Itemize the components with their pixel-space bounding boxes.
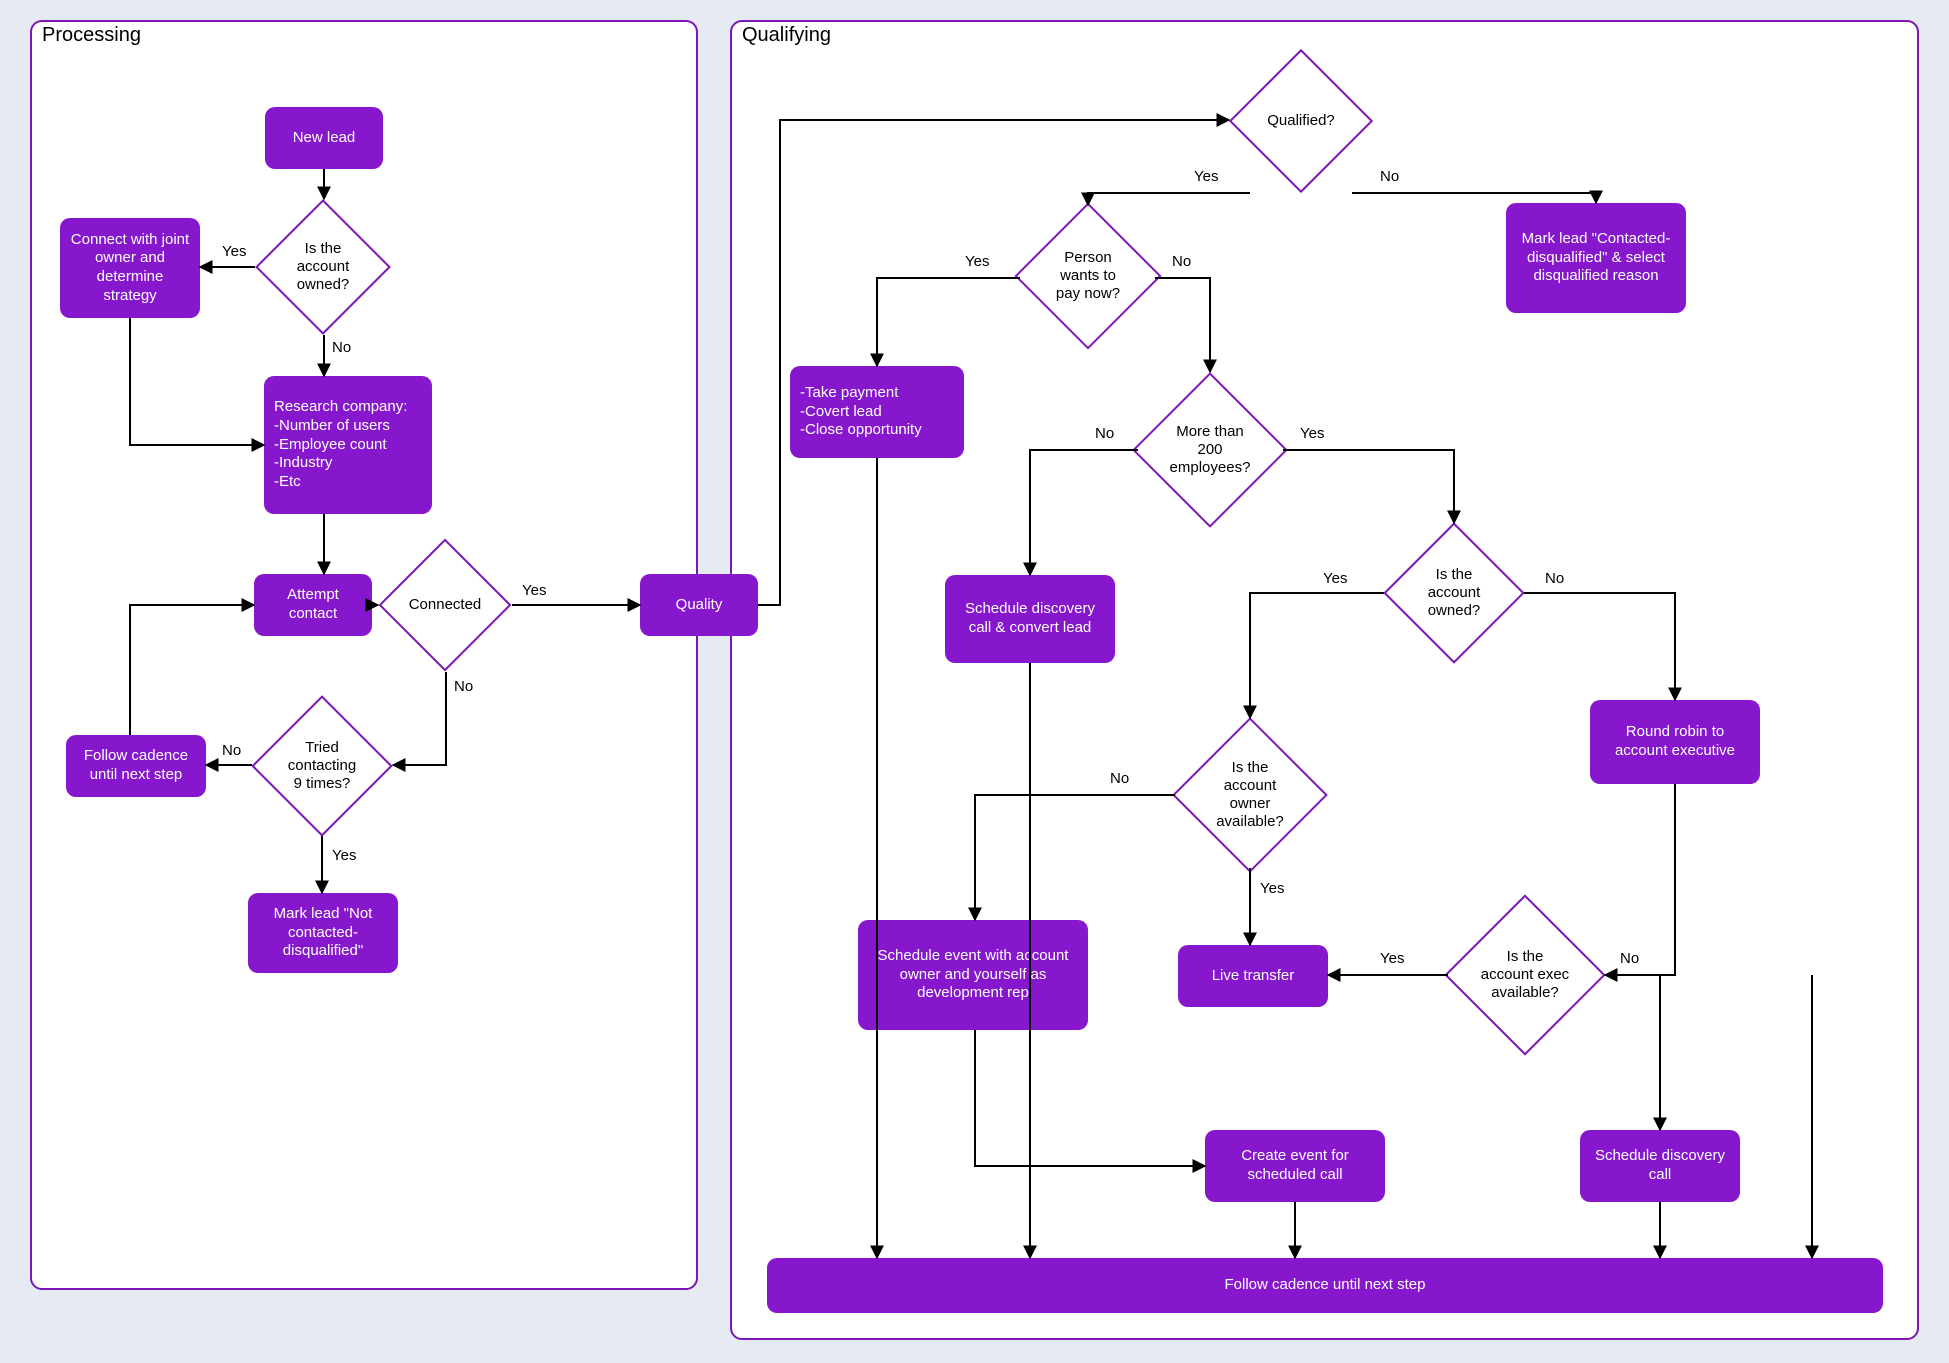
lbl-execavail-yes: Yes <box>1380 950 1404 967</box>
node-more200: More than 200 employees? <box>1155 395 1265 505</box>
node-owner-available-label: Is the account owner available? <box>1195 740 1305 850</box>
lbl-connected-no: No <box>454 678 473 695</box>
node-qualified-label: Qualified? <box>1250 70 1352 172</box>
node-live-transfer: Live transfer <box>1178 945 1328 1007</box>
lbl-owned-no: No <box>332 339 351 356</box>
node-pay-now: Person wants to pay now? <box>1036 224 1140 328</box>
node-exec-available: Is the account exec available? <box>1468 918 1582 1032</box>
node-mark-not-contacted: Mark lead "Not contacted-disqualified" <box>248 893 398 973</box>
node-create-event: Create event for scheduled call <box>1205 1130 1385 1202</box>
node-attempt-contact: Attempt contact <box>254 574 372 636</box>
node-account-owned: Is the account owned? <box>275 219 371 315</box>
node-more200-label: More than 200 employees? <box>1155 395 1265 505</box>
lbl-tried9-no: No <box>222 742 241 759</box>
lbl-connected-yes: Yes <box>522 582 546 599</box>
node-schedule-discovery-convert: Schedule discovery call & convert lead <box>945 575 1115 663</box>
node-mark-contacted-dq: Mark lead "Contacted-disqualified" & sel… <box>1506 203 1686 313</box>
lane-processing-title: Processing <box>42 24 141 47</box>
node-account-owned-label: Is the account owned? <box>275 219 371 315</box>
node-connect-joint: Connect with joint owner and determine s… <box>60 218 200 318</box>
node-tried9: Tried contacting 9 times? <box>272 716 372 816</box>
lbl-more200-no: No <box>1095 425 1114 442</box>
node-round-robin: Round robin to account executive <box>1590 700 1760 784</box>
lbl-qualified-no: No <box>1380 168 1399 185</box>
lbl-owned2-yes: Yes <box>1323 570 1347 587</box>
lbl-owneravail-yes: Yes <box>1260 880 1284 897</box>
node-take-payment: -Take payment -Covert lead -Close opport… <box>790 366 964 458</box>
flowchart: Processing Qualifying New lead Is the ac… <box>0 0 1949 1363</box>
node-owner-available: Is the account owner available? <box>1195 740 1305 850</box>
node-tried9-label: Tried contacting 9 times? <box>272 716 372 816</box>
node-schedule-discovery: Schedule discovery call <box>1580 1130 1740 1202</box>
node-qualified: Qualified? <box>1250 70 1352 172</box>
node-connected-label: Connected <box>398 558 492 652</box>
node-exec-available-label: Is the account exec available? <box>1468 918 1582 1032</box>
lbl-more200-yes: Yes <box>1300 425 1324 442</box>
lane-processing: Processing <box>30 20 698 1290</box>
lbl-paynow-yes: Yes <box>965 253 989 270</box>
node-schedule-event-dev: Schedule event with account owner and yo… <box>858 920 1088 1030</box>
lbl-owned-yes: Yes <box>222 243 246 260</box>
node-quality: Quality <box>640 574 758 636</box>
node-acct-owned2-label: Is the account owned? <box>1404 543 1504 643</box>
lbl-tried9-yes: Yes <box>332 847 356 864</box>
lbl-owneravail-no: No <box>1110 770 1129 787</box>
node-pay-now-label: Person wants to pay now? <box>1036 224 1140 328</box>
node-new-lead: New lead <box>265 107 383 169</box>
lbl-execavail-no: No <box>1620 950 1639 967</box>
node-research: Research company: -Number of users -Empl… <box>264 376 432 514</box>
node-connected: Connected <box>398 558 492 652</box>
lbl-qualified-yes: Yes <box>1194 168 1218 185</box>
lane-qualifying-title: Qualifying <box>742 24 831 47</box>
node-follow-cadence: Follow cadence until next step <box>66 735 206 797</box>
node-acct-owned2: Is the account owned? <box>1404 543 1504 643</box>
lbl-owned2-no: No <box>1545 570 1564 587</box>
node-follow-cadence2: Follow cadence until next step <box>767 1258 1883 1313</box>
lbl-paynow-no: No <box>1172 253 1191 270</box>
